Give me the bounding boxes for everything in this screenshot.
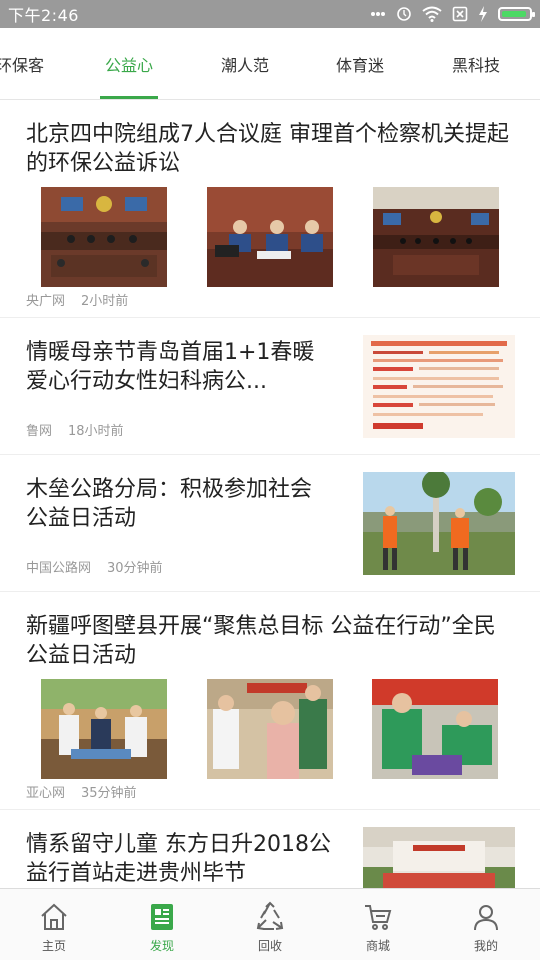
cart-icon [365,905,392,930]
article-source: 中国公路网 [26,561,92,576]
category-tabs: 环保客 公益心 潮人范 体育迷 黑科技 [0,28,540,100]
article-title: 情系留守儿童 东方日升2018公益行首站走进贵州毕节 [26,832,331,886]
nav-recycle-label: 回收 [257,939,282,953]
article-source: 央广网 [26,294,66,309]
article-title: 北京四中院组成7人合议庭 审理首个检察机关提起的环保公益诉讼 [26,122,509,176]
tab-tech[interactable]: 黑科技 [445,28,507,100]
article-title: 情暖母亲节青岛首届1+1春暖爱心行动女性妇科病公... [26,340,315,394]
article-time: 2小时前 [81,294,129,309]
article-time: 35分钟前 [81,786,137,801]
nav-recycle[interactable]: 回收 [216,889,324,960]
article-title: 木垒公路分局：积极参加社会公益日活动 [26,477,313,531]
article-time: 30分钟前 [107,561,163,576]
alarm-icon [397,7,411,21]
article-image[interactable] [41,679,167,779]
nav-mine-label: 我的 [473,939,498,953]
article-image[interactable] [41,187,167,287]
wifi-icon [422,6,442,22]
nav-mine[interactable]: 我的 [432,889,540,960]
tab-sports[interactable]: 体育迷 [329,28,391,100]
article-image[interactable] [363,827,515,888]
bottom-nav: 主页 发现 回收 商城 我的 [0,888,540,960]
nav-discover[interactable]: 发现 [108,889,216,960]
tab-charity[interactable]: 公益心 [98,28,160,100]
article-source: 亚心网 [26,786,66,801]
status-bar: 下午2:46 [0,0,540,28]
recycle-icon [256,901,284,930]
news-feed[interactable]: 北京四中院组成7人合议庭 审理首个检察机关提起的环保公益诉讼 央广网 2小时前 … [0,100,540,888]
tab-environment[interactable]: 环保客 [0,28,50,100]
nav-discover-label: 发现 [149,939,174,953]
battery-icon [498,7,535,21]
article-meta: 亚心网 35分钟前 [26,782,137,801]
article-image[interactable] [207,679,333,779]
user-icon [474,905,498,931]
article-source: 鲁网 [26,424,53,439]
article-image[interactable] [373,187,499,287]
article-image[interactable] [363,472,515,575]
nav-mall[interactable]: 商城 [324,889,432,960]
nav-home-label: 主页 [41,939,66,953]
article-meta: 中国公路网 30分钟前 [26,557,163,576]
nav-home[interactable]: 主页 [0,889,108,960]
article-time: 18小时前 [68,424,124,439]
active-tab-indicator [100,96,158,99]
nav-mall-label: 商城 [365,939,390,953]
article-card[interactable]: 情系留守儿童 东方日升2018公益行首站走进贵州毕节 [0,810,540,888]
tab-trendy[interactable]: 潮人范 [214,28,276,100]
article-title: 新疆呼图壁县开展“聚焦总目标 公益在行动”全民公益日活动 [26,614,496,668]
discover-icon [151,904,173,930]
sim-icon [452,6,468,22]
article-card[interactable]: 木垒公路分局：积极参加社会公益日活动 中国公路网 30分钟前 [0,455,540,592]
article-card[interactable]: 北京四中院组成7人合议庭 审理首个检察机关提起的环保公益诉讼 央广网 2小时前 [0,100,540,318]
charging-icon [479,6,487,22]
home-icon [41,903,67,930]
article-meta: 鲁网 18小时前 [26,420,124,439]
more-dots-icon [371,12,385,16]
status-time: 下午2:46 [8,6,79,25]
status-icons [370,6,535,22]
article-meta: 央广网 2小时前 [26,290,128,309]
article-card[interactable]: 情暖母亲节青岛首届1+1春暖爱心行动女性妇科病公... 鲁网 18小时前 [0,318,540,455]
article-image[interactable] [363,335,515,438]
article-image[interactable] [372,679,498,779]
article-card[interactable]: 新疆呼图壁县开展“聚焦总目标 公益在行动”全民公益日活动 亚心网 35分钟前 [0,592,540,810]
article-image[interactable] [207,187,333,287]
